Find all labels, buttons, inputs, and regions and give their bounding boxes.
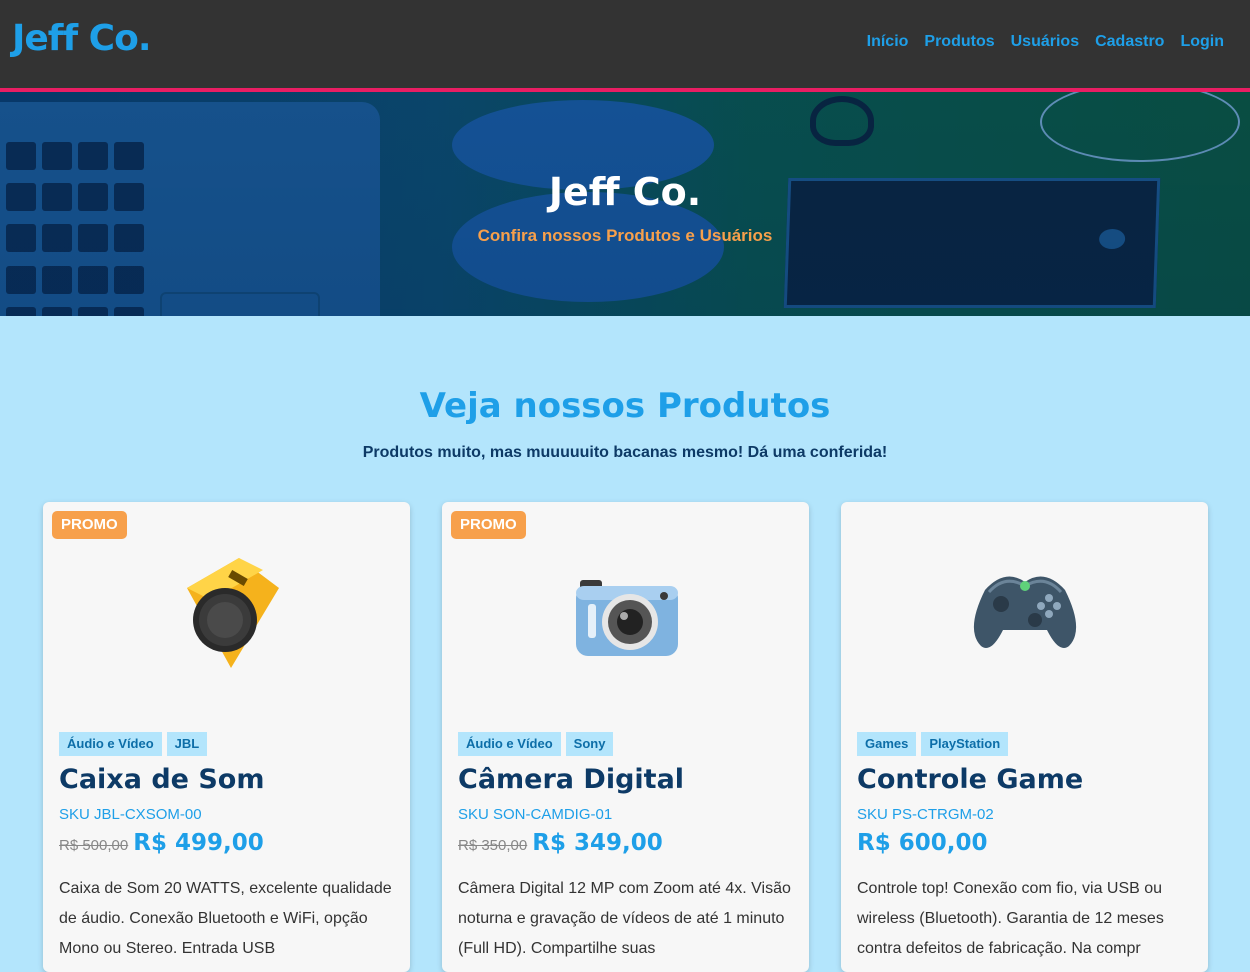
- product-name[interactable]: Caixa de Som: [59, 764, 265, 795]
- nav-link-usuarios[interactable]: Usuários: [1011, 33, 1079, 51]
- category-tag[interactable]: Áudio e Vídeo: [458, 732, 561, 756]
- product-name[interactable]: Câmera Digital: [458, 764, 684, 795]
- nav-link-produtos[interactable]: Produtos: [924, 33, 994, 51]
- product-card-gamepad[interactable]: Games PlayStation Controle Game SKU PS-C…: [841, 502, 1208, 972]
- price-block: R$ 500,00 R$ 499,00: [59, 830, 264, 856]
- top-navbar: Jeff Co. Início Produtos Usuários Cadast…: [0, 0, 1250, 92]
- speaker-icon: [187, 558, 279, 668]
- products-section-subtitle: Produtos muito, mas muuuuuito bacanas me…: [362, 444, 888, 461]
- products-section-title: Veja nossos Produtos: [419, 386, 831, 426]
- hero-title: Jeff Co.: [548, 170, 702, 214]
- brand-logo[interactable]: Jeff Co.: [12, 18, 151, 59]
- tag-list: Áudio e Vídeo JBL: [59, 732, 208, 756]
- nav-menu: Início Produtos Usuários Cadastro Login: [867, 33, 1224, 51]
- brand-tag[interactable]: JBL: [166, 732, 208, 756]
- brand-tag[interactable]: Sony: [565, 732, 614, 756]
- product-sku: SKU JBL-CXSOM-00: [59, 806, 202, 823]
- gamepad-icon: [973, 576, 1077, 648]
- nav-link-inicio[interactable]: Início: [867, 33, 909, 51]
- current-price: R$ 600,00: [857, 830, 988, 856]
- product-card-speaker[interactable]: PROMO Áudio e Vídeo JBL Caixa de Som SKU…: [43, 502, 410, 972]
- old-price: R$ 500,00: [59, 837, 129, 854]
- old-price: R$ 350,00: [458, 837, 528, 854]
- camera-icon: [576, 580, 678, 656]
- product-sku: SKU SON-CAMDIG-01: [458, 806, 613, 823]
- price-block: R$ 600,00: [857, 830, 987, 856]
- product-description: Câmera Digital 12 MP com Zoom até 4x. Vi…: [458, 880, 791, 957]
- product-description: Controle top! Conexão com fio, via USB o…: [857, 880, 1164, 957]
- promo-badge: PROMO: [52, 511, 127, 539]
- product-name[interactable]: Controle Game: [857, 764, 1083, 795]
- product-description: Caixa de Som 20 WATTS, excelente qualida…: [59, 880, 392, 957]
- price-block: R$ 350,00 R$ 349,00: [458, 830, 663, 856]
- product-sku: SKU PS-CTRGM-02: [857, 806, 994, 823]
- tag-list: Áudio e Vídeo Sony: [458, 732, 614, 756]
- hero-banner: Jeff Co. Confira nossos Produtos e Usuár…: [0, 92, 1250, 316]
- nav-link-login[interactable]: Login: [1180, 33, 1224, 51]
- promo-badge: PROMO: [451, 511, 526, 539]
- brand-tag[interactable]: PlayStation: [921, 732, 1009, 756]
- category-tag[interactable]: Áudio e Vídeo: [59, 732, 162, 756]
- current-price: R$ 499,00: [133, 830, 264, 856]
- product-card-camera[interactable]: PROMO Áudio e Vídeo Sony Câmera Digital …: [442, 502, 809, 972]
- nav-link-cadastro[interactable]: Cadastro: [1095, 33, 1164, 51]
- tag-list: Games PlayStation: [857, 732, 1009, 756]
- current-price: R$ 349,00: [532, 830, 663, 856]
- hero-subtitle: Confira nossos Produtos e Usuários: [477, 226, 773, 245]
- category-tag[interactable]: Games: [857, 732, 917, 756]
